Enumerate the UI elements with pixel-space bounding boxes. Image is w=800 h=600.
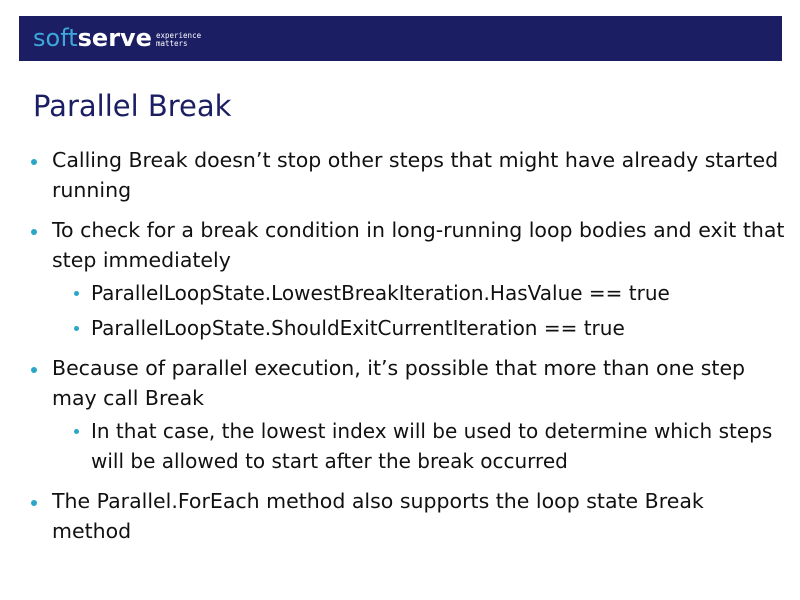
logo-soft-text: soft [33,24,78,52]
bullet-icon [31,500,37,506]
sub-bullet-item: ParallelLoopState.ShouldExitCurrentItera… [30,314,785,344]
sub-bullet-item: In that case, the lowest index will be u… [30,417,785,476]
bullet-text: To check for a break condition in long-r… [52,218,785,272]
sub-bullet-icon [74,325,79,331]
sub-bullet-text: ParallelLoopState.ShouldExitCurrentItera… [91,315,625,340]
sub-bullet-list: In that case, the lowest index will be u… [52,417,785,476]
slide-content: Calling Break doesn’t stop other steps t… [30,146,785,546]
sub-bullet-text: ParallelLoopState.LowestBreakIteration.H… [91,281,670,305]
bullet-icon [31,229,37,235]
bullet-item: The Parallel.ForEach method also support… [30,487,785,546]
header-banner: soft serve experience matters [19,16,782,61]
bullet-icon [31,367,37,373]
bullet-icon [31,159,37,165]
tagline-line-2: matters [155,38,188,48]
logo-serve-text: serve [77,24,152,52]
sub-bullet-text: In that case, the lowest index will be u… [91,419,773,473]
logo-tagline: experience matters [156,29,201,48]
sub-bullet-icon [74,429,79,434]
bullet-text: The Parallel.ForEach method also support… [52,489,704,543]
sub-bullet-item: ParallelLoopState.LowestBreakIteration.H… [30,279,785,309]
bullet-item: Calling Break doesn’t stop other steps t… [30,146,785,205]
sub-bullet-icon [74,291,79,296]
bullet-text: Because of parallel execution, it’s poss… [52,356,746,410]
slide-title: Parallel Break [33,89,232,123]
bullet-item: To check for a break condition in long-r… [30,216,785,343]
softserve-logo: soft serve experience matters [33,24,201,52]
sub-bullet-list: ParallelLoopState.LowestBreakIteration.H… [52,279,785,343]
bullet-text: Calling Break doesn’t stop other steps t… [52,148,779,202]
bullet-item: Because of parallel execution, it’s poss… [30,354,785,476]
